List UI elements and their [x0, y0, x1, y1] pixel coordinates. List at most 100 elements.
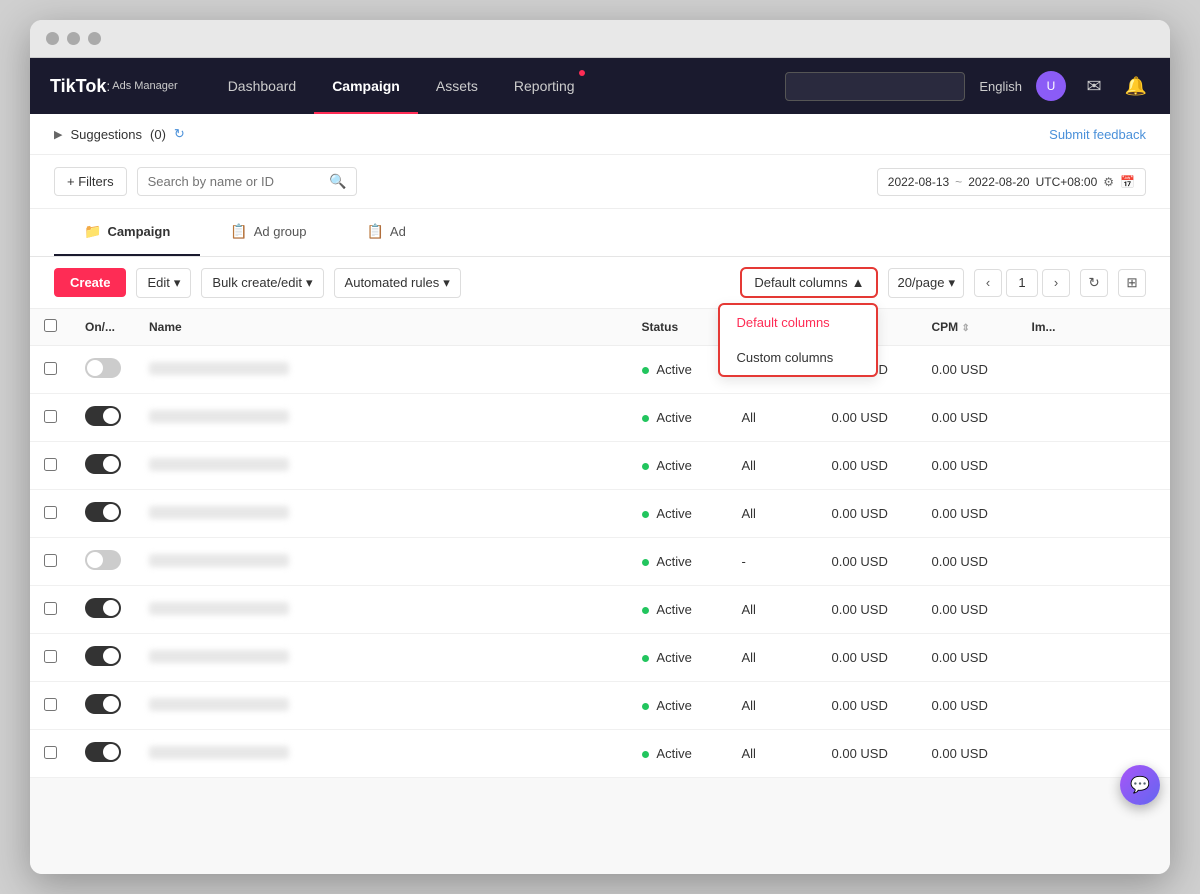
default-columns-button[interactable]: Default columns ▲: [740, 267, 878, 298]
filter-button[interactable]: + Filters: [54, 167, 127, 196]
date-range-picker[interactable]: 2022-08-13 ~ 2022-08-20 UTC+08:00 ⚙ 📅: [877, 168, 1146, 196]
row-toggle-cell[interactable]: [71, 394, 135, 442]
row-checkbox-cell[interactable]: [30, 634, 71, 682]
prev-page-button[interactable]: ‹: [974, 269, 1002, 297]
row-checkbox-0[interactable]: [44, 362, 57, 375]
row-toggle-5[interactable]: [85, 598, 121, 618]
row-cpm-3: 0.00 USD: [918, 490, 1018, 538]
data-table: On/... Name Status Budget CPC ⇕: [30, 309, 1170, 778]
row-checkbox-7[interactable]: [44, 698, 57, 711]
row-status-5: Active: [628, 586, 728, 634]
row-toggle-cell[interactable]: [71, 346, 135, 394]
row-toggle-0[interactable]: [85, 358, 121, 378]
row-checkbox-cell[interactable]: [30, 490, 71, 538]
columns-dropdown-container: Default columns ▲ Default columns Custom…: [740, 267, 878, 298]
per-page-selector[interactable]: 20/page ▾: [888, 268, 964, 298]
columns-option-custom[interactable]: Custom columns: [720, 340, 876, 375]
row-checkbox-cell[interactable]: [30, 586, 71, 634]
nav-assets[interactable]: Assets: [418, 58, 496, 114]
messages-icon[interactable]: ✉: [1080, 72, 1108, 100]
row-checkbox-cell[interactable]: [30, 538, 71, 586]
columns-option-default[interactable]: Default columns: [720, 305, 876, 340]
row-name-6: [135, 634, 628, 682]
row-toggle-cell[interactable]: [71, 490, 135, 538]
traffic-light-maximize[interactable]: [88, 32, 101, 45]
column-settings-button[interactable]: ⊞: [1118, 269, 1146, 297]
navbar: TikTok : Ads Manager Dashboard Campaign …: [30, 58, 1170, 114]
row-impressions-3: [1018, 490, 1171, 538]
row-checkbox-6[interactable]: [44, 650, 57, 663]
calendar-icon: ⚙: [1103, 175, 1114, 189]
row-checkbox-cell[interactable]: [30, 730, 71, 778]
traffic-light-minimize[interactable]: [67, 32, 80, 45]
select-all-checkbox[interactable]: [44, 319, 57, 332]
row-cpm-7: 0.00 USD: [918, 682, 1018, 730]
row-toggle-2[interactable]: [85, 454, 121, 474]
row-impressions-6: [1018, 634, 1171, 682]
row-checkbox-cell[interactable]: [30, 442, 71, 490]
bulk-create-dropdown[interactable]: Bulk create/edit ▾: [201, 268, 323, 298]
notifications-icon[interactable]: 🔔: [1122, 72, 1150, 100]
create-button[interactable]: Create: [54, 268, 126, 297]
language-selector[interactable]: English: [979, 79, 1022, 94]
automated-rules-dropdown[interactable]: Automated rules ▾: [334, 268, 461, 298]
page-number-input[interactable]: [1006, 269, 1038, 297]
row-toggle-6[interactable]: [85, 646, 121, 666]
row-checkbox-3[interactable]: [44, 506, 57, 519]
row-toggle-cell[interactable]: [71, 538, 135, 586]
row-status-6: Active: [628, 634, 728, 682]
row-toggle-3[interactable]: [85, 502, 121, 522]
row-checkbox-5[interactable]: [44, 602, 57, 615]
brand-sep: :: [106, 78, 110, 94]
row-checkbox-cell[interactable]: [30, 394, 71, 442]
suggestions-chevron[interactable]: ▶: [54, 128, 62, 141]
row-toggle-1[interactable]: [85, 406, 121, 426]
nav-reporting[interactable]: Reporting: [496, 58, 593, 114]
tab-adgroup[interactable]: 📋 Ad group: [200, 209, 336, 256]
row-checkbox-4[interactable]: [44, 554, 57, 567]
row-name-2: [135, 442, 628, 490]
row-toggle-8[interactable]: [85, 742, 121, 762]
row-toggle-cell[interactable]: [71, 682, 135, 730]
row-checkbox-cell[interactable]: [30, 346, 71, 394]
brand-logo: TikTok : Ads Manager: [50, 76, 178, 97]
row-toggle-cell[interactable]: [71, 442, 135, 490]
avatar[interactable]: U: [1036, 71, 1066, 101]
row-toggle-4[interactable]: [85, 550, 121, 570]
row-cpc-1: 0.00 USD: [818, 394, 918, 442]
select-all-header[interactable]: [30, 309, 71, 346]
row-toggle-cell[interactable]: [71, 730, 135, 778]
cpm-header[interactable]: CPM ⇕: [918, 309, 1018, 346]
search-nav-input[interactable]: [785, 72, 965, 101]
edit-dropdown[interactable]: Edit ▾: [136, 268, 191, 298]
submit-feedback-link[interactable]: Submit feedback: [1049, 127, 1146, 142]
nav-dashboard[interactable]: Dashboard: [210, 58, 315, 114]
row-checkbox-1[interactable]: [44, 410, 57, 423]
row-status-4: Active: [628, 538, 728, 586]
suggestions-refresh-icon[interactable]: ↻: [174, 126, 185, 142]
chat-widget[interactable]: 💬: [1120, 765, 1160, 805]
nav-links: Dashboard Campaign Assets Reporting: [210, 58, 786, 114]
table-controls: Create Edit ▾ Bulk create/edit ▾ Automat…: [30, 257, 1170, 309]
row-checkbox-8[interactable]: [44, 746, 57, 759]
suggestions-bar: ▶ Suggestions (0) ↻ Submit feedback: [30, 114, 1170, 155]
row-cpm-0: 0.00 USD: [918, 346, 1018, 394]
tab-campaign[interactable]: 📁 Campaign: [54, 209, 200, 256]
row-checkbox-cell[interactable]: [30, 682, 71, 730]
row-toggle-cell[interactable]: [71, 586, 135, 634]
row-cpm-4: 0.00 USD: [918, 538, 1018, 586]
refresh-table-button[interactable]: ↻: [1080, 269, 1108, 297]
suggestions-left: ▶ Suggestions (0) ↻: [54, 126, 185, 142]
next-page-button[interactable]: ›: [1042, 269, 1070, 297]
name-header: Name: [135, 309, 628, 346]
row-toggle-7[interactable]: [85, 694, 121, 714]
row-budget-5: All: [728, 586, 818, 634]
traffic-light-close[interactable]: [46, 32, 59, 45]
row-toggle-cell[interactable]: [71, 634, 135, 682]
tab-ad[interactable]: 📋 Ad: [336, 209, 435, 256]
search-input[interactable]: [137, 167, 357, 196]
date-start: 2022-08-13: [888, 175, 949, 189]
nav-campaign[interactable]: Campaign: [314, 58, 418, 114]
row-cpc-5: 0.00 USD: [818, 586, 918, 634]
row-checkbox-2[interactable]: [44, 458, 57, 471]
